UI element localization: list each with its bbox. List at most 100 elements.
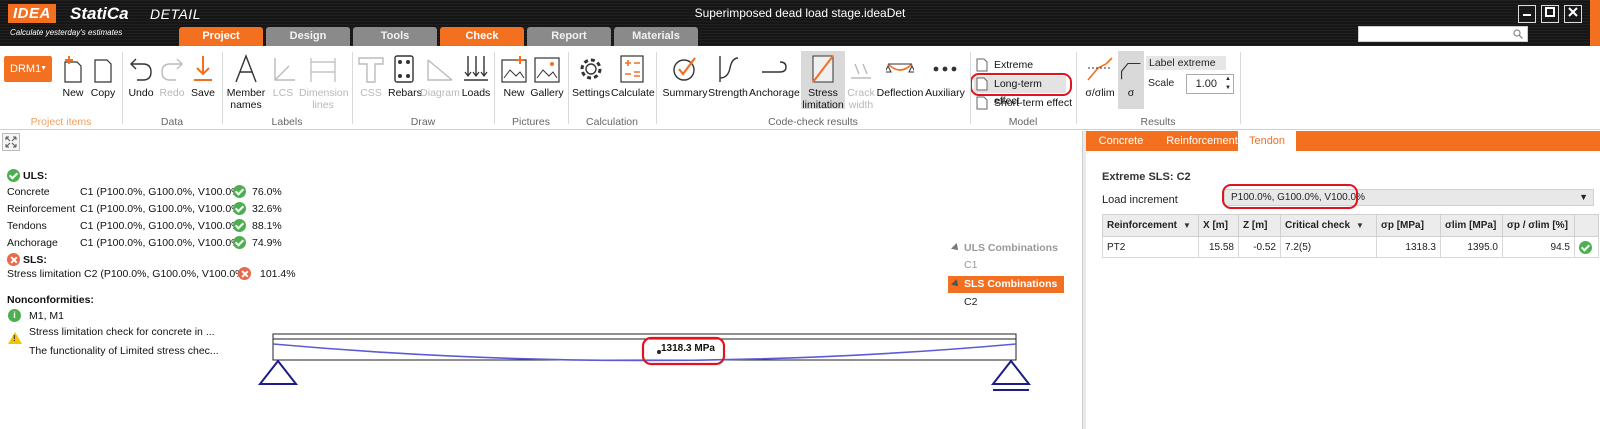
diagram-button[interactable]: Diagram — [420, 54, 460, 99]
summary-button[interactable]: Summary — [662, 54, 708, 99]
calculator-icon — [620, 55, 644, 83]
filter-icon[interactable]: ▼ — [1183, 221, 1191, 230]
group-separator — [122, 52, 123, 124]
save-button[interactable]: Save — [188, 54, 218, 99]
sigma-label: σ — [1127, 87, 1135, 99]
calculate-label: Calculate — [611, 87, 655, 99]
table-cell: 1318.3 — [1376, 236, 1441, 258]
copy-button[interactable]: Copy — [88, 54, 118, 99]
settings-button[interactable]: Settings — [572, 54, 610, 99]
new-picture-label: New — [503, 87, 525, 99]
window-title: Superimposed dead load stage.ideaDet — [694, 6, 906, 20]
tab-concrete[interactable]: Concrete — [1094, 131, 1148, 151]
highlight-load-increment — [1222, 184, 1358, 209]
group-draw: Draw — [410, 116, 436, 128]
gallery-button[interactable]: Gallery — [530, 54, 564, 99]
css-button[interactable]: CSS — [356, 54, 386, 99]
uls-combinations-group[interactable]: ULS Combinations — [948, 240, 1064, 257]
dimension-lines-label-2: lines — [312, 99, 334, 111]
undo-button[interactable]: Undo — [126, 54, 156, 99]
tab-design[interactable]: Design — [266, 27, 350, 46]
maximize-button[interactable] — [1541, 5, 1559, 23]
chevron-down-icon: ▼ — [40, 65, 47, 72]
close-button[interactable] — [1564, 5, 1582, 23]
member-names-label-1: Member — [226, 87, 266, 99]
group-separator — [656, 52, 657, 124]
column-header[interactable]: X [m] — [1198, 214, 1239, 237]
tab-tendon[interactable]: Tendon — [1238, 131, 1296, 151]
logo-detail: DETAIL — [150, 6, 201, 22]
new-picture-button[interactable]: New — [500, 54, 528, 99]
crack-width-button[interactable]: Crack width — [846, 54, 876, 111]
ratio-icon — [1087, 57, 1113, 81]
diagram-icon — [427, 59, 453, 81]
css-label: CSS — [360, 87, 382, 99]
filter-icon[interactable]: ▼ — [1356, 221, 1364, 230]
sls-combinations-group[interactable]: SLS Combinations — [948, 276, 1064, 293]
model-extreme-option[interactable]: Extreme — [974, 57, 1033, 74]
spin-up-icon: ▲ — [1225, 76, 1231, 82]
more-dots-icon — [933, 66, 957, 72]
dimension-lines-button[interactable]: Dimension lines — [299, 54, 349, 111]
loads-button[interactable]: Loads — [460, 54, 492, 99]
group-separator — [352, 52, 353, 124]
save-icon — [194, 56, 212, 81]
calculate-button[interactable]: Calculate — [611, 54, 655, 99]
lcs-label: LCS — [272, 87, 294, 99]
tab-reinforcement[interactable]: Reinforcement — [1152, 131, 1252, 151]
drm-dropdown[interactable]: DRM1 ▼ — [4, 56, 52, 82]
sigma-button[interactable]: σ — [1118, 51, 1144, 109]
anchorage-button[interactable]: Anchorage — [749, 54, 800, 99]
group-separator — [222, 52, 223, 124]
crack-width-icon — [851, 63, 871, 79]
column-header[interactable]: Critical check ▼ — [1280, 214, 1377, 237]
uls-combinations-label: ULS Combinations — [964, 242, 1058, 254]
dimension-lines-label-1: Dimension — [299, 87, 349, 99]
rebars-button[interactable]: Rebars — [388, 54, 422, 99]
combination-item-c2[interactable]: C2 — [948, 295, 977, 310]
tee-section-icon — [358, 57, 384, 83]
strength-button[interactable]: Strength — [708, 54, 748, 99]
ratio-button[interactable]: σ/σlim — [1082, 54, 1118, 99]
expand-triangle-icon — [951, 279, 961, 289]
diagram-label: Diagram — [420, 87, 460, 99]
redo-button[interactable]: Redo — [157, 54, 187, 99]
sls-combinations-label: SLS Combinations — [964, 278, 1058, 290]
loads-icon — [464, 56, 488, 81]
model-short-term-option[interactable]: Short-term effect — [974, 95, 1072, 112]
column-header[interactable]: σp / σlim [%] — [1502, 214, 1575, 237]
beam-drawing: 1318.3 MPa — [257, 333, 1032, 391]
auxiliary-button[interactable]: Auxiliary — [924, 54, 966, 99]
new-button[interactable]: New — [58, 54, 88, 99]
tab-check[interactable]: Check — [440, 27, 524, 46]
tab-report[interactable]: Report — [527, 27, 611, 46]
group-project-items: Project items — [30, 116, 92, 128]
letter-a-icon — [235, 54, 257, 83]
column-header[interactable]: σp [MPa] — [1376, 214, 1441, 237]
tab-materials[interactable]: Materials — [614, 27, 698, 46]
minimize-button[interactable] — [1518, 5, 1536, 23]
axes-icon — [274, 58, 295, 81]
save-label: Save — [191, 87, 215, 99]
group-data: Data — [160, 116, 184, 128]
table-row[interactable]: PT2 15.58 -0.52 7.2(5) 1318.3 1395.0 94.… — [1102, 236, 1599, 258]
details-tabs: Concrete Reinforcement Tendon — [1086, 131, 1600, 151]
deflection-icon — [886, 63, 914, 73]
left-support — [257, 359, 299, 385]
label-extreme-option[interactable]: Label extreme — [1146, 56, 1226, 70]
stress-limitation-button[interactable]: Stress limitation — [801, 51, 845, 111]
combination-item-c1[interactable]: C1 — [948, 258, 977, 273]
column-header[interactable]: Z [m] — [1238, 214, 1281, 237]
new-picture-icon — [501, 56, 527, 83]
tab-project[interactable]: Project — [179, 27, 263, 46]
scale-stepper[interactable]: ▲ ▼ — [1222, 75, 1234, 93]
column-header[interactable]: σlim [MPa] — [1440, 214, 1503, 237]
search-input[interactable] — [1358, 26, 1528, 42]
lcs-button[interactable]: LCS — [268, 54, 298, 99]
deflection-button[interactable]: Deflection — [876, 54, 924, 99]
spin-down-icon: ▼ — [1225, 85, 1231, 91]
column-header[interactable]: Reinforcement ▼ — [1102, 214, 1199, 237]
chevron-down-icon: ▼ — [1579, 192, 1588, 202]
member-names-button[interactable]: Member names — [224, 54, 268, 111]
tab-tools[interactable]: Tools — [353, 27, 437, 46]
